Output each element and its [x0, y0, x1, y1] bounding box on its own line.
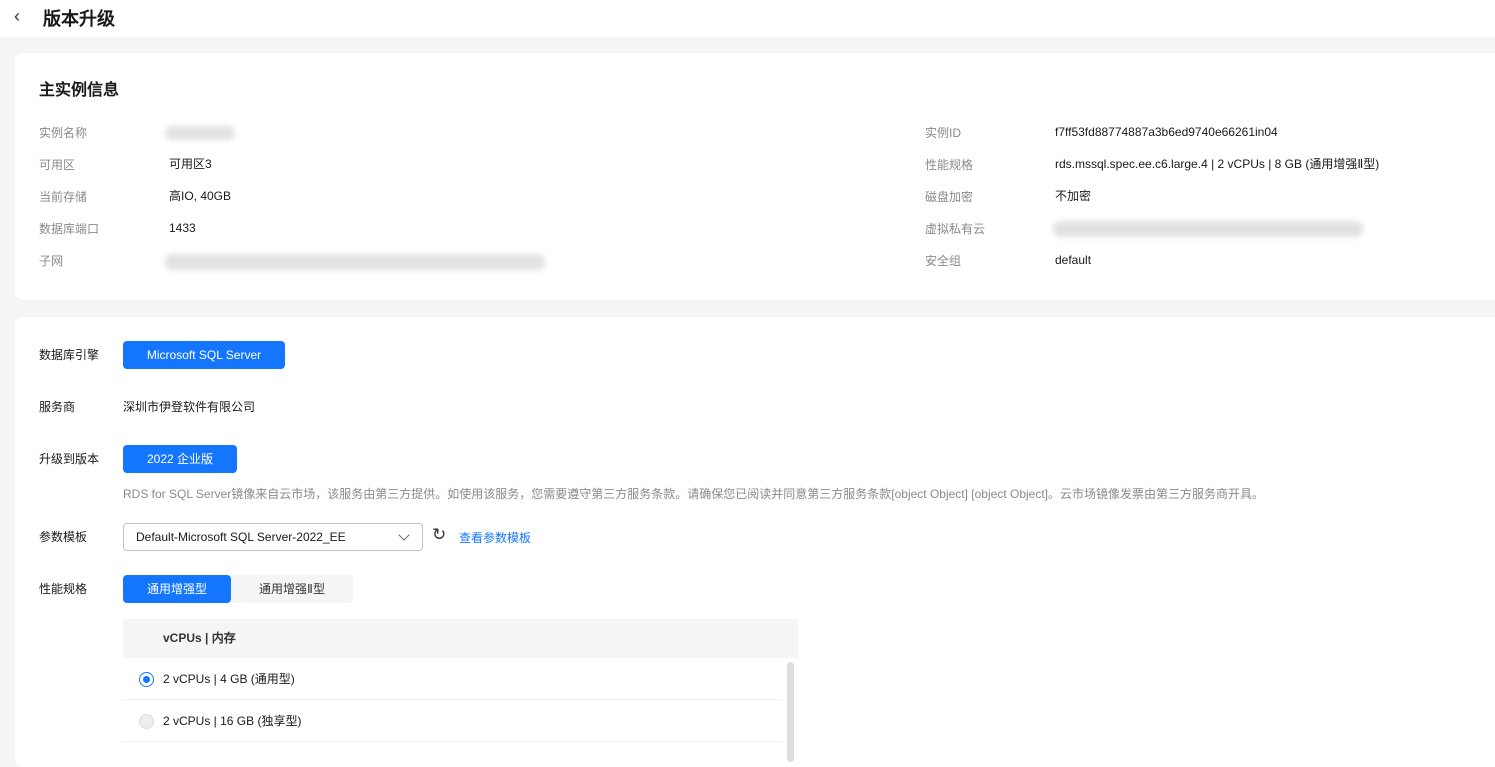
- table-scrollbar[interactable]: [787, 662, 794, 762]
- param-template-label: 参数模板: [39, 530, 88, 544]
- engine-button[interactable]: Microsoft SQL Server: [123, 341, 285, 369]
- encryption-value: 不加密: [1055, 189, 1092, 203]
- row-label: 2 vCPUs | 16 GB (独享型): [163, 714, 302, 728]
- instance-name-value-redacted: [165, 126, 235, 140]
- security-group-label: 安全组: [925, 254, 962, 268]
- view-param-template-link[interactable]: 查看参数模板: [459, 529, 531, 546]
- version-label: 升级到版本: [39, 452, 100, 466]
- table-header: vCPUs | 内存: [123, 619, 798, 658]
- spec-table: vCPUs | 内存 2 vCPUs | 4 GB (通用型) 2 vCPUs …: [123, 619, 798, 762]
- page-header: ‹ 版本升级: [0, 0, 1495, 37]
- provider-label: 服务商: [39, 400, 76, 414]
- instance-info-card: 主实例信息 实例名称 可用区 可用区3 当前存储 高IO, 40GB 数据库端口…: [15, 53, 1495, 300]
- radio-selected[interactable]: [139, 672, 154, 687]
- upgrade-form-card: 数据库引擎 Microsoft SQL Server 服务商 深圳市伊登软件有限…: [15, 317, 1495, 767]
- instance-name-label: 实例名称: [39, 126, 88, 140]
- instance-id-value: f7ff53fd88774887a3b6ed9740e66261in04: [1055, 125, 1278, 139]
- spec-type-label: 性能规格: [39, 582, 88, 596]
- az-label: 可用区: [39, 158, 76, 172]
- param-template-value: Default-Microsoft SQL Server-2022_EE: [136, 530, 346, 544]
- version-button[interactable]: 2022 企业版: [123, 445, 237, 473]
- security-group-value: default: [1055, 253, 1092, 267]
- storage-value: 高IO, 40GB: [169, 189, 232, 203]
- port-value: 1433: [169, 221, 196, 235]
- vpc-value-redacted: [1053, 221, 1363, 237]
- vpc-label: 虚拟私有云: [925, 222, 986, 236]
- tab-general-enhanced[interactable]: 通用增强型: [123, 575, 231, 603]
- spec-label: 性能规格: [925, 158, 974, 172]
- refresh-icon[interactable]: ↻: [432, 525, 446, 545]
- back-arrow-icon[interactable]: ‹: [14, 6, 20, 27]
- chevron-down-icon: [398, 529, 410, 541]
- subnet-value-redacted: [165, 254, 545, 270]
- radio-unselected[interactable]: [139, 714, 154, 729]
- engine-label: 数据库引擎: [39, 348, 100, 362]
- page-title: 版本升级: [43, 9, 115, 29]
- tab-general-enhanced-ii[interactable]: 通用增强Ⅱ型: [231, 575, 353, 603]
- spec-value: rds.mssql.spec.ee.c6.large.4 | 2 vCPUs |…: [1055, 157, 1380, 171]
- section-title: 主实例信息: [39, 82, 120, 99]
- table-row[interactable]: 2 vCPUs | 16 GB (独享型): [123, 700, 781, 742]
- encryption-label: 磁盘加密: [925, 190, 974, 204]
- storage-label: 当前存储: [39, 190, 88, 204]
- az-value: 可用区3: [169, 157, 212, 171]
- table-row[interactable]: 2 vCPUs | 4 GB (通用型): [123, 658, 781, 700]
- param-template-select[interactable]: Default-Microsoft SQL Server-2022_EE: [123, 523, 423, 551]
- port-label: 数据库端口: [39, 222, 100, 236]
- instance-id-label: 实例ID: [925, 126, 962, 140]
- version-note: RDS for SQL Server镜像来自云市场，该服务由第三方提供。如使用该…: [123, 487, 1265, 501]
- provider-value: 深圳市伊登软件有限公司: [123, 400, 256, 414]
- subnet-label: 子网: [39, 254, 64, 268]
- row-label: 2 vCPUs | 4 GB (通用型): [163, 672, 295, 686]
